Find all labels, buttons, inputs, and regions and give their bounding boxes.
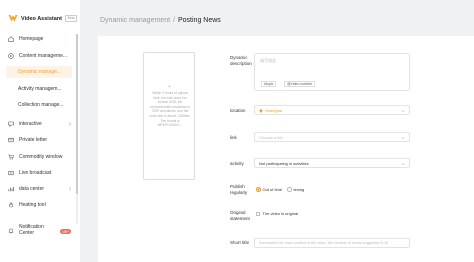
mention-tag-button[interactable]: @Video number xyxy=(284,81,316,87)
sidebar-item-live-broadcast[interactable]: Live broadcast xyxy=(8,167,74,179)
breadcrumb-parent[interactable]: Dynamic management xyxy=(100,17,170,24)
breadcrumb: Dynamic management / Posting News xyxy=(100,17,221,24)
sidebar-item-label: Activity managem... xyxy=(18,86,62,92)
interactive-icon xyxy=(8,121,14,127)
chevron-down-icon xyxy=(401,163,405,166)
sidebar-item-private-letter[interactable]: Private letter xyxy=(8,134,74,146)
publish-label: Publish regularly xyxy=(230,184,248,195)
sidebar-scrollbar-thumb[interactable] xyxy=(76,34,78,194)
upload-hint: Within 3 hours of upload time, the size … xyxy=(149,91,191,128)
breadcrumb-current: Posting News xyxy=(177,17,221,24)
description-placeholder: 填写描述 xyxy=(260,58,276,63)
sidebar-item-label: Private letter xyxy=(19,137,48,143)
notification-count-badge: 199+ xyxy=(60,229,72,234)
sidebar-item-homepage[interactable]: Homepage xyxy=(8,33,74,45)
logo-icon xyxy=(8,15,18,22)
radio-unchecked-icon xyxy=(287,187,292,192)
original-label: Original statement xyxy=(230,210,250,221)
chevron-down-icon xyxy=(401,137,405,140)
location-value: Shanghai xyxy=(265,108,282,113)
content-icon xyxy=(8,53,14,59)
fire-icon xyxy=(8,202,14,208)
radio-checked-icon xyxy=(256,187,261,192)
sidebar-item-label: Heating tool xyxy=(19,202,46,208)
sidebar-item-label: Dynamic manage... xyxy=(18,69,62,75)
description-input[interactable]: 填写描述 #topic @Video number xyxy=(254,53,410,91)
sidebar-item-collection-management[interactable]: Collection manage... xyxy=(18,100,64,110)
chart-icon xyxy=(8,186,14,192)
chevron-right-icon xyxy=(69,187,72,191)
location-select[interactable]: Shanghai xyxy=(254,105,410,115)
video-upload-area[interactable]: + Within 3 hours of upload time, the siz… xyxy=(143,52,195,180)
message-icon xyxy=(8,137,14,143)
sidebar-item-label: Live broadcast xyxy=(19,170,52,176)
sidebar: Video Assistant Beta Homepage Content ma… xyxy=(0,0,80,262)
breadcrumb-separator: / xyxy=(173,17,175,24)
chevron-down-icon xyxy=(401,110,405,113)
publish-option-timing[interactable]: timing xyxy=(287,187,304,192)
short-title-placeholder: Summarize the main content of the video,… xyxy=(259,241,389,245)
beta-badge: Beta xyxy=(64,15,78,22)
sidebar-item-label: Homepage xyxy=(19,36,44,42)
activity-value: Not participating in activities xyxy=(259,161,309,166)
sidebar-item-dynamic-management[interactable]: Dynamic manage... xyxy=(6,66,72,78)
cart-icon xyxy=(8,154,14,160)
link-select[interactable]: Choose a link xyxy=(254,132,410,142)
sidebar-item-label: Commodity window xyxy=(19,154,63,160)
activity-label: activity xyxy=(230,161,244,166)
sidebar-item-commodity-window[interactable]: Commodity window xyxy=(8,151,74,163)
plus-icon: + xyxy=(168,84,171,90)
link-label: link xyxy=(230,135,237,140)
activity-select[interactable]: Not participating in activities xyxy=(254,158,410,168)
topic-tag-button[interactable]: #topic xyxy=(261,81,277,87)
sidebar-item-label: interactive xyxy=(19,121,42,127)
chevron-right-icon xyxy=(69,122,72,126)
sidebar-item-label: Collection manage... xyxy=(18,102,64,108)
publish-option-out-of-time[interactable]: Out of time xyxy=(256,187,282,192)
checkbox-icon xyxy=(256,211,260,216)
sidebar-item-label: Content manageme... xyxy=(19,53,68,59)
app-title: Video Assistant xyxy=(21,15,62,22)
live-icon xyxy=(8,170,14,176)
sidebar-item-heating-tool[interactable]: Heating tool xyxy=(8,199,74,211)
link-placeholder: Choose a link xyxy=(259,135,284,140)
sidebar-item-label: data center xyxy=(19,186,45,192)
original-checkbox[interactable]: The video is original xyxy=(256,211,298,216)
sidebar-item-activity-management[interactable]: Activity managem... xyxy=(18,84,62,94)
short-title-label: Short title xyxy=(230,240,250,245)
bell-icon xyxy=(8,228,14,234)
home-icon xyxy=(8,36,14,42)
description-label: Dynamic description xyxy=(230,55,252,66)
sidebar-item-label: Notification Center xyxy=(19,224,44,236)
short-title-input[interactable]: Summarize the main content of the video,… xyxy=(254,238,410,248)
sidebar-item-data-center[interactable]: data center xyxy=(8,183,74,195)
location-label: location xyxy=(230,108,246,113)
location-icon xyxy=(259,109,263,113)
sidebar-item-content-management[interactable]: Content manageme... xyxy=(8,50,74,62)
sidebar-item-interactive[interactable]: interactive xyxy=(8,118,74,130)
app-logo: Video Assistant Beta xyxy=(8,14,78,23)
